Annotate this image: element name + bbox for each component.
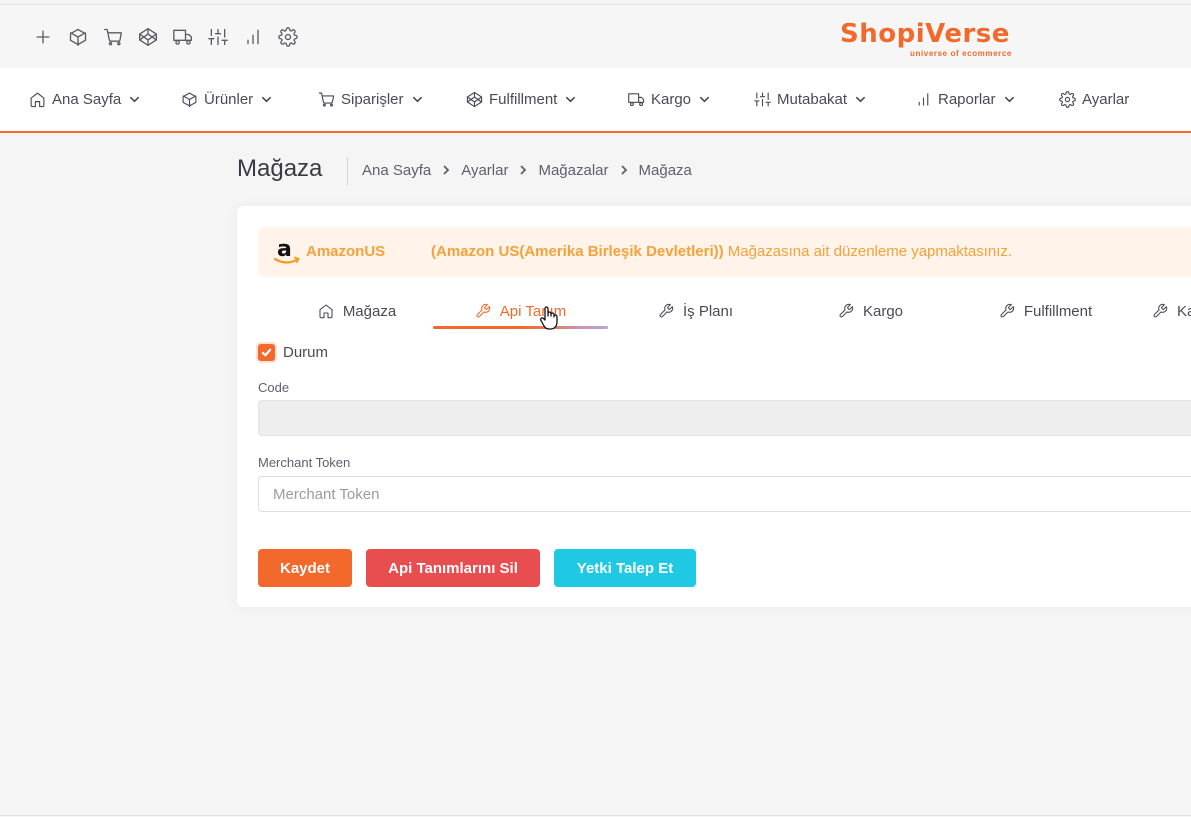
nav-item-cargo[interactable]: Kargo <box>628 68 710 131</box>
sliders-icon[interactable] <box>206 25 229 48</box>
wrench-icon <box>1153 303 1168 318</box>
logo-tagline: universe of ecommerce <box>910 49 1012 58</box>
store-name: AmazonUS <box>306 243 386 260</box>
nav-label: Mutabakat <box>777 91 848 108</box>
cart-icon[interactable] <box>101 25 124 48</box>
main-nav: Ana Sayfa Ürünler Siparişler Fulfillment… <box>0 68 1191 133</box>
wrench-icon <box>476 303 490 318</box>
plus-icon[interactable] <box>31 25 54 48</box>
breadcrumb: Ana Sayfa Ayarlar Mağazalar Mağaza <box>362 162 692 179</box>
chevron-right-icon <box>619 162 629 179</box>
alert-message-store: (Amazon US(Amerika Birleşik Devletleri)) <box>431 243 724 260</box>
chevron-down-icon <box>566 96 576 103</box>
chevron-right-icon <box>441 162 451 179</box>
nav-item-reconciliation[interactable]: Mutabakat <box>754 68 866 131</box>
merchant-token-label: Merchant Token <box>258 455 351 470</box>
page-title: Mağaza <box>237 155 323 182</box>
gear-icon[interactable] <box>276 25 299 48</box>
bar-chart-icon[interactable] <box>241 25 264 48</box>
status-checkbox[interactable] <box>258 344 275 361</box>
logo-text: ShopiVerse <box>840 19 1010 49</box>
code-input <box>259 401 1191 435</box>
cart-icon <box>318 92 335 107</box>
nav-label: Ürünler <box>204 91 254 108</box>
codepen-icon[interactable] <box>136 25 159 48</box>
quick-actions <box>31 25 299 48</box>
nav-label: Ana Sayfa <box>52 91 122 108</box>
hand-pointer-cursor-icon <box>540 306 558 330</box>
nav-item-orders[interactable]: Siparişler <box>318 68 423 131</box>
codepen-icon <box>466 91 483 108</box>
merchant-token-field[interactable] <box>258 476 1191 512</box>
box-icon <box>182 92 197 108</box>
chevron-right-icon <box>518 162 528 179</box>
truck-icon <box>628 93 645 107</box>
tab-store[interactable]: Mağaza <box>257 294 457 328</box>
tab-cargo[interactable]: Kargo <box>783 294 958 328</box>
tab-label: Mağaza <box>342 302 397 320</box>
store-alert: a AmazonUS (Amazon US(Amerika Birleşik D… <box>258 227 1191 277</box>
home-icon <box>319 304 333 319</box>
merchant-token-input[interactable] <box>259 477 1191 511</box>
breadcrumb-current: Mağaza <box>638 162 692 179</box>
tab-label: İş Planı <box>682 302 734 320</box>
code-field <box>258 400 1191 436</box>
tab-label: Ka <box>1177 302 1191 320</box>
title-divider <box>347 157 348 185</box>
tab-fulfillment[interactable]: Fulfillment <box>958 294 1133 328</box>
code-label: Code <box>258 380 290 395</box>
breadcrumb-stores[interactable]: Mağazalar <box>538 162 608 179</box>
chevron-down-icon <box>262 96 272 103</box>
nav-label: Raporlar <box>938 91 996 108</box>
request-authorization-button[interactable]: Yetki Talep Et <box>554 549 696 587</box>
active-tab-indicator <box>433 326 608 329</box>
tab-label: Kargo <box>862 302 904 320</box>
nav-label: Kargo <box>651 91 692 108</box>
logo[interactable]: ShopiVerse universe of ecommerce <box>840 19 1015 59</box>
chevron-down-icon <box>700 96 710 103</box>
nav-label: Fulfillment <box>489 91 558 108</box>
store-card: a AmazonUS (Amazon US(Amerika Birleşik D… <box>237 206 1191 607</box>
wrench-icon <box>1000 303 1015 318</box>
chevron-down-icon <box>412 96 422 103</box>
tab-api-definition[interactable]: Api Tanım <box>433 294 608 328</box>
chevron-down-icon <box>856 96 866 103</box>
truck-icon[interactable] <box>171 25 194 48</box>
top-bar: ShopiVerse universe of ecommerce <box>0 4 1191 69</box>
nav-item-settings[interactable]: Ayarlar <box>1059 68 1129 131</box>
status-checkbox-row: Durum <box>258 344 328 361</box>
sliders-icon <box>754 92 771 107</box>
tab-label: Fulfillment <box>1023 302 1093 320</box>
amazon-logo-icon: a <box>273 237 300 264</box>
wrench-icon <box>659 303 674 318</box>
tab-work-plan[interactable]: İş Planı <box>608 294 783 328</box>
gear-icon <box>1059 91 1076 108</box>
save-button[interactable]: Kaydet <box>258 549 352 587</box>
check-icon <box>261 348 272 357</box>
tab-more[interactable]: Ka <box>1152 294 1191 328</box>
chevron-down-icon <box>1004 96 1014 103</box>
alert-message: (Amazon US(Amerika Birleşik Devletleri))… <box>431 243 1012 260</box>
wrench-icon <box>839 303 854 318</box>
nav-label: Siparişler <box>341 91 404 108</box>
status-label: Durum <box>283 344 329 361</box>
nav-item-home[interactable]: Ana Sayfa <box>29 68 140 131</box>
footer-divider <box>0 815 1191 816</box>
home-icon <box>30 92 45 108</box>
breadcrumb-home[interactable]: Ana Sayfa <box>362 162 431 179</box>
breadcrumb-settings[interactable]: Ayarlar <box>461 162 508 179</box>
svg-text:a: a <box>277 237 292 262</box>
nav-item-products[interactable]: Ürünler <box>181 68 272 131</box>
nav-item-reports[interactable]: Raporlar <box>915 68 1015 131</box>
delete-api-button[interactable]: Api Tanımlarını Sil <box>366 549 540 587</box>
box-icon[interactable] <box>66 25 89 48</box>
nav-label: Ayarlar <box>1082 91 1130 108</box>
store-tabs: Mağaza Api Tanım İş Planı Kargo Fulfillm… <box>237 294 1191 330</box>
alert-message-text: Mağazasına ait düzenleme yapmaktasınız. <box>723 243 1013 260</box>
bar-chart-icon <box>918 93 929 106</box>
chevron-down-icon <box>130 96 140 103</box>
nav-item-fulfillment[interactable]: Fulfillment <box>466 68 576 131</box>
